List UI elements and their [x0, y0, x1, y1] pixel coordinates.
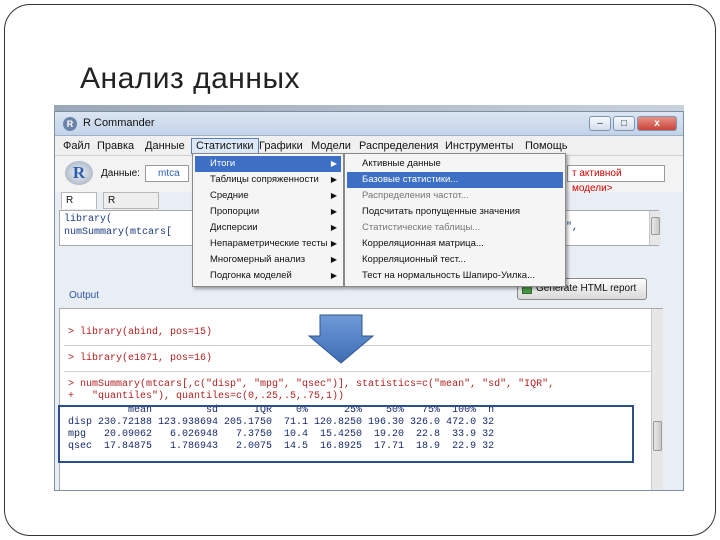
active-dataset-button[interactable]: mtca — [145, 165, 189, 182]
script-scrollbar[interactable] — [649, 211, 661, 245]
menu-item-label: Непараметрические тесты — [210, 238, 328, 249]
menu-models[interactable]: Модели — [307, 138, 355, 154]
slide-title: Анализ данных — [80, 62, 301, 95]
close-button[interactable]: x — [637, 116, 677, 131]
output-line: + "quantiles"), quantiles=c(0,.25,.5,.75… — [68, 391, 345, 402]
output-scrollbar[interactable] — [651, 309, 663, 490]
menu-item-count-missing[interactable]: Подсчитать пропущенные значения — [347, 204, 563, 220]
minimize-button[interactable]: – — [589, 116, 611, 131]
r-logo-icon: R — [65, 161, 93, 185]
menu-item-label: Подгонка моделей — [210, 270, 292, 281]
active-model-button[interactable]: т активной модели> — [567, 165, 665, 194]
menu-item-multivariate[interactable]: Многомерный анализ ▶ — [195, 252, 341, 268]
menu-item-correlation-test[interactable]: Корреляционный тест... — [347, 252, 563, 268]
submenu-arrow-icon: ▶ — [330, 255, 337, 264]
submenu-arrow-icon: ▶ — [330, 223, 337, 232]
r-app-icon: R — [63, 117, 77, 131]
menu-item-contingency-tables[interactable]: Таблицы сопряженности ▶ — [195, 172, 341, 188]
menu-file[interactable]: Файл — [59, 138, 94, 154]
output-separator — [64, 371, 656, 372]
menu-item-label: Таблицы сопряженности — [210, 174, 319, 185]
menu-item-numerical-summaries[interactable]: Базовые статистики... — [347, 172, 563, 188]
script-line-2: numSummary(mtcars[ — [64, 227, 173, 238]
menu-item-means[interactable]: Средние ▶ — [195, 188, 341, 204]
menu-item-label: Дисперсии — [210, 222, 258, 233]
menu-edit[interactable]: Правка — [93, 138, 138, 154]
menu-tools[interactable]: Инструменты — [441, 138, 518, 154]
menu-item-correlation-matrix[interactable]: Корреляционная матрица... — [347, 236, 563, 252]
menu-item-label: Многомерный анализ — [210, 254, 306, 265]
menu-item-variances[interactable]: Дисперсии ▶ — [195, 220, 341, 236]
window-title: R Commander — [83, 117, 155, 129]
submenu-arrow-icon: ▶ — [330, 239, 337, 248]
submenu-arrow-icon: ▶ — [330, 191, 337, 200]
menu-item-proportions[interactable]: Пропорции ▶ — [195, 204, 341, 220]
submenu-arrow-icon: ▶ — [330, 175, 337, 184]
script-scrollbar-thumb[interactable] — [651, 217, 660, 235]
menu-statistics[interactable]: Статистики — [191, 138, 259, 154]
menu-item-nonparametric-tests[interactable]: Непараметрические тесты ▶ — [195, 236, 341, 252]
menu-item-fit-models[interactable]: Подгонка моделей ▶ — [195, 268, 341, 284]
script-line-1: library( — [64, 214, 113, 225]
menu-item-active-dataset[interactable]: Активные данные — [347, 156, 563, 172]
maximize-button[interactable]: □ — [613, 116, 635, 131]
menu-item-statistical-tables[interactable]: Статистические таблицы... — [347, 220, 563, 236]
submenu-arrow-icon: ▶ — [330, 271, 337, 280]
output-label: Output — [69, 290, 100, 301]
menu-data[interactable]: Данные — [141, 138, 189, 154]
menu-distributions[interactable]: Распределения — [355, 138, 442, 154]
menu-graphs[interactable]: Графики — [255, 138, 307, 154]
menu-item-frequency-distributions[interactable]: Распределения частот... — [347, 188, 563, 204]
tab-r-markdown[interactable]: R Markdown — [103, 192, 160, 221]
submenu-arrow-icon: ▶ — [330, 207, 337, 216]
summaries-submenu: Активные данные Базовые статистики... Ра… — [344, 153, 566, 287]
window-titlebar: R R Commander – □ x — [55, 112, 683, 136]
menu-item-label: Средние — [210, 190, 249, 201]
statistics-menu: Итоги ▶ Таблицы сопряженности ▶ Средние ▶ П… — [192, 153, 344, 287]
menu-item-label: Пропорции — [210, 206, 260, 217]
submenu-arrow-icon: ▶ — [330, 159, 337, 168]
output-line: > numSummary(mtcars[,c("disp", "mpg", "q… — [68, 379, 555, 390]
output-scrollbar-thumb[interactable] — [653, 421, 662, 451]
menu-item-shapiro-wilk[interactable]: Тест на нормальность Шапиро-Уилка... — [347, 268, 563, 284]
tab-r-script[interactable]: R Script — [61, 192, 97, 221]
menu-help[interactable]: Помощь — [521, 138, 572, 154]
menu-item-label: Итоги — [210, 158, 236, 169]
output-line: > library(e1071, pos=16) — [68, 353, 213, 364]
data-label: Данные: — [101, 168, 140, 179]
down-arrow-icon — [308, 314, 374, 364]
result-highlight-box — [58, 405, 634, 463]
output-line: > library(abind, pos=15) — [68, 327, 213, 338]
menu-item-summaries[interactable]: Итоги ▶ — [195, 156, 341, 172]
